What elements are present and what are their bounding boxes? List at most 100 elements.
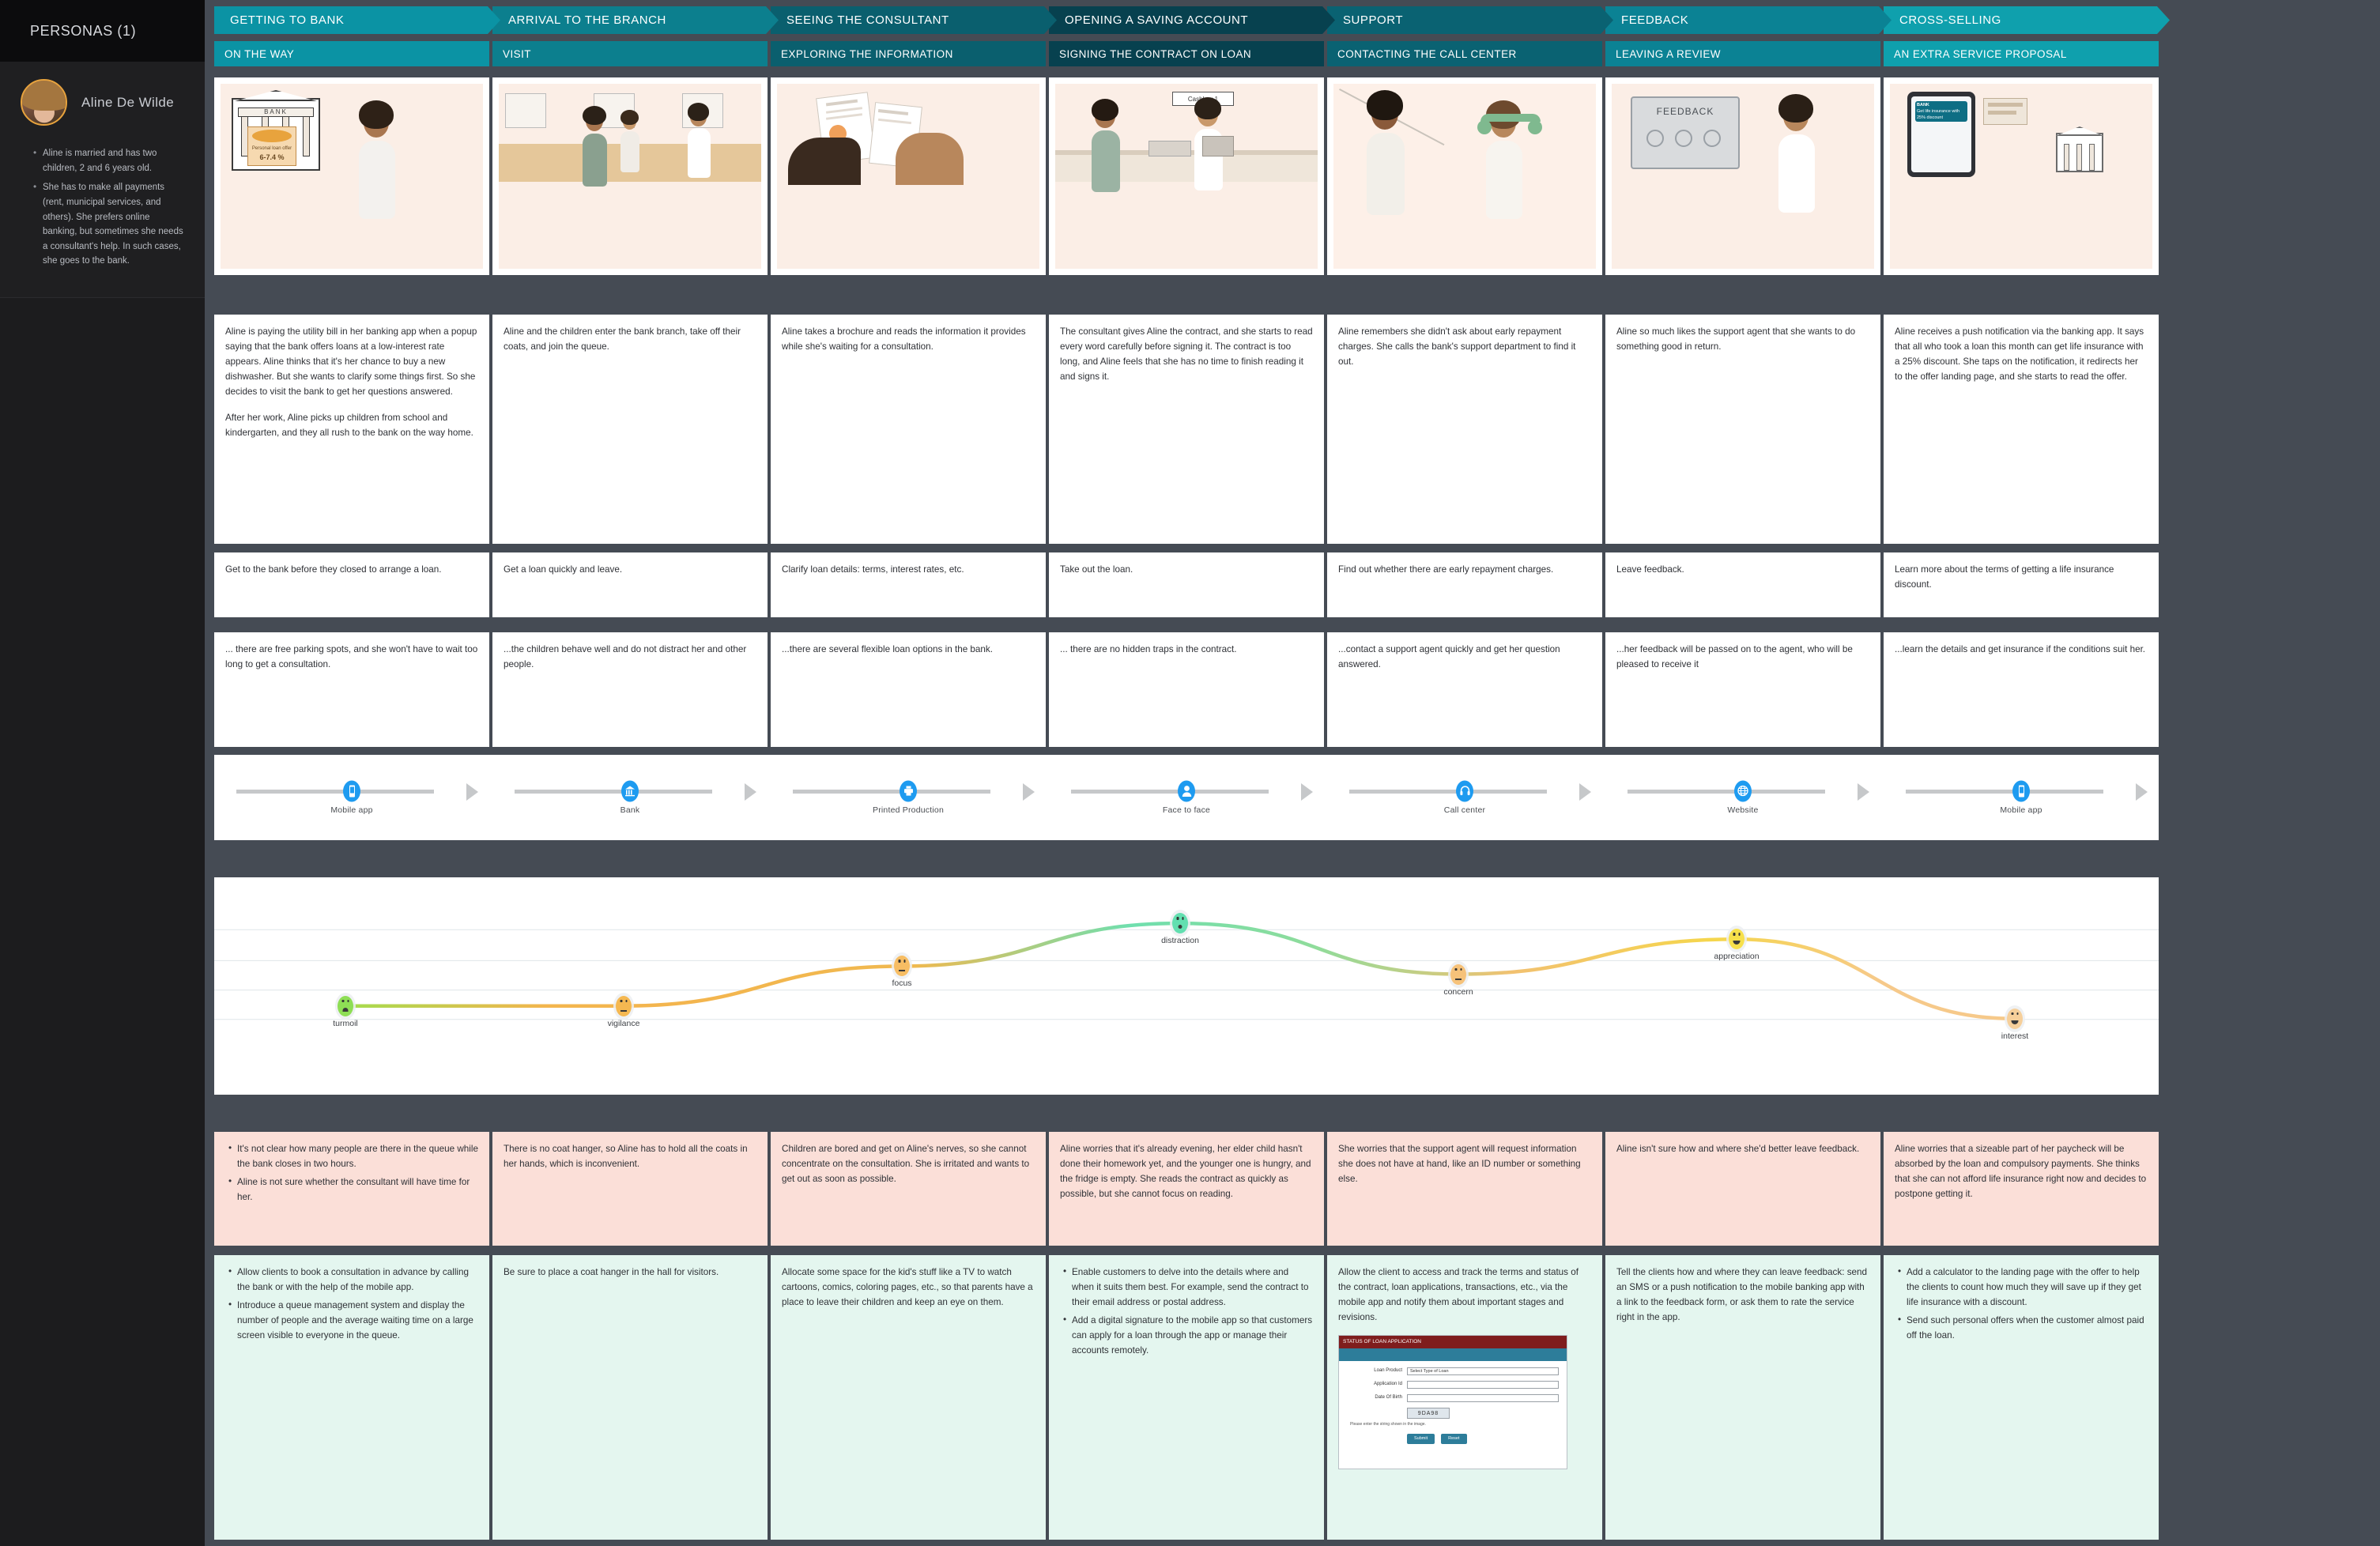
mobile-phone-icon: [2012, 780, 2030, 801]
channel-6[interactable]: Mobile app: [1884, 755, 2159, 840]
process-cell-3[interactable]: The consultant gives Aline the contract,…: [1049, 315, 1324, 544]
problem-cell-4[interactable]: She worries that the support agent will …: [1327, 1132, 1602, 1246]
client-goal-cell-0[interactable]: Get to the bank before they closed to ar…: [214, 552, 489, 617]
subphase-header-6[interactable]: AN EXTRA SERVICE PROPOSAL: [1884, 41, 2159, 66]
persona-name: Aline De Wilde: [81, 94, 175, 110]
idea-cell-1[interactable]: Be sure to place a coat hanger in the ha…: [492, 1255, 768, 1540]
client-expectation-cell-0[interactable]: ... there are free parking spots, and sh…: [214, 632, 489, 747]
idea-cell-6[interactable]: Add a calculator to the landing page wit…: [1884, 1255, 2159, 1540]
problem-cell-5[interactable]: Aline isn't sure how and where she'd bet…: [1605, 1132, 1880, 1246]
phase-header-3[interactable]: OPENING A SAVING ACCOUNT: [1049, 6, 1335, 34]
process-cell-0[interactable]: Aline is paying the utility bill in her …: [214, 315, 489, 544]
problem-cell-0[interactable]: It's not clear how many people are there…: [214, 1132, 489, 1246]
emotion-marker-focus[interactable]: focus: [892, 952, 912, 988]
idea-cell-bullet: Enable customers to delve into the detai…: [1062, 1265, 1313, 1310]
client-expectation-cell-2[interactable]: ...there are several flexible loan optio…: [771, 632, 1046, 747]
process-cell-4[interactable]: Aline remembers she didn't ask about ear…: [1327, 315, 1602, 544]
client-goal-cell-4[interactable]: Find out whether there are early repayme…: [1327, 552, 1602, 617]
process-cell-6[interactable]: Aline receives a push notification via t…: [1884, 315, 2159, 544]
problem-cell-6[interactable]: Aline worries that a sizeable part of he…: [1884, 1132, 2159, 1246]
storyboard-cell-5[interactable]: FEEDBACK: [1605, 77, 1880, 275]
loan-application-screenshot[interactable]: STATUS OF LOAN APPLICATION Loan Product Se…: [1338, 1334, 1567, 1469]
channel-arrow-row: [214, 780, 489, 801]
subphase-header-4[interactable]: CONTACTING THE CALL CENTER: [1327, 41, 1602, 66]
emotion-eyes: [1733, 933, 1741, 936]
phase-header-4[interactable]: SUPPORT: [1327, 6, 1613, 34]
subphase-header-5[interactable]: LEAVING A REVIEW: [1605, 41, 1880, 66]
storyboard-cell-4[interactable]: [1327, 77, 1602, 275]
phase-header-1[interactable]: ARRIVAL TO THE BRANCH: [492, 6, 779, 34]
idea-cell-bullet-list: Add a calculator to the landing page wit…: [1895, 1265, 2148, 1344]
client-goal-cell-3[interactable]: Take out the loan.: [1049, 552, 1324, 617]
idea-cell-bullet: Send such personal offers when the custo…: [1896, 1313, 2148, 1344]
emotion-marker-turmoil[interactable]: turmoil: [333, 992, 358, 1028]
problem-cell-bullet: Aline is not sure whether the consultant…: [227, 1175, 478, 1205]
idea-cell-3[interactable]: Enable customers to delve into the detai…: [1049, 1255, 1324, 1540]
process-cell-2[interactable]: Aline takes a brochure and reads the inf…: [771, 315, 1046, 544]
idea-cell-bullet: Add a calculator to the landing page wit…: [1896, 1265, 2148, 1310]
emotion-marker-distraction[interactable]: distraction: [1161, 910, 1199, 945]
channel-arrow-row: [1605, 780, 1880, 801]
subphase-header-0[interactable]: ON THE WAY: [214, 41, 489, 66]
subphase-header-2[interactable]: EXPLORING THE INFORMATION: [771, 41, 1046, 66]
process-cell-paragraph: Aline remembers she didn't ask about ear…: [1338, 326, 1576, 367]
storyboard-cell-2[interactable]: [771, 77, 1046, 275]
client-expectation-cell-6[interactable]: ...learn the details and get insurance i…: [1884, 632, 2159, 747]
storyboard-cell-3[interactable]: Cashbox 1: [1049, 77, 1324, 275]
subphase-header-label: LEAVING A REVIEW: [1616, 47, 1721, 60]
client-expectation-cell-5[interactable]: ...her feedback will be passed on to the…: [1605, 632, 1880, 747]
screenshot-field-input[interactable]: [1407, 1381, 1559, 1390]
client-goal-cell-6[interactable]: Learn more about the terms of getting a …: [1884, 552, 2159, 617]
problem-cell-bullet: It's not clear how many people are there…: [227, 1141, 478, 1172]
idea-cell-bullet: Add a digital signature to the mobile ap…: [1062, 1313, 1313, 1359]
client-goal-cell-1[interactable]: Get a loan quickly and leave.: [492, 552, 768, 617]
channel-3[interactable]: Face to face: [1049, 755, 1324, 840]
subphase-header-label: EXPLORING THE INFORMATION: [781, 47, 953, 60]
phase-header-0[interactable]: GETTING TO BANK: [214, 6, 500, 34]
channel-2[interactable]: Printed Production: [771, 755, 1046, 840]
problem-cell-2[interactable]: Children are bored and get on Aline's ne…: [771, 1132, 1046, 1246]
problem-cell-3[interactable]: Aline worries that it's already evening,…: [1049, 1132, 1324, 1246]
storyboard-cell-6[interactable]: BANK Get life insurance with 25% discount: [1884, 77, 2159, 275]
client-expectation-cell-4[interactable]: ...contact a support agent quickly and g…: [1327, 632, 1602, 747]
emotion-mouth: [342, 1007, 349, 1012]
subphase-header-3[interactable]: SIGNING THE CONTRACT ON LOAN: [1049, 41, 1324, 66]
phase-header-5[interactable]: FEEDBACK: [1605, 6, 1892, 34]
subphase-header-1[interactable]: VISIT: [492, 41, 768, 66]
process-cell-1[interactable]: Aline and the children enter the bank br…: [492, 315, 768, 544]
phase-header-2[interactable]: SEEING THE CONSULTANT: [771, 6, 1057, 34]
emotion-marker-interest[interactable]: interest: [2001, 1005, 2028, 1041]
emotion-marker-concern[interactable]: concern: [1443, 960, 1473, 997]
problem-cell-1[interactable]: There is no coat hanger, so Aline has to…: [492, 1132, 768, 1246]
idea-cell-4[interactable]: Allow the client to access and track the…: [1327, 1255, 1602, 1540]
client-goal-cell-5[interactable]: Leave feedback.: [1605, 552, 1880, 617]
emotion-marker-appreciation[interactable]: appreciation: [1714, 926, 1760, 961]
storyboard-cell-0[interactable]: BANK Personal loan offer 6-7.4 %: [214, 77, 489, 275]
idea-cell-5[interactable]: Tell the clients how and where they can …: [1605, 1255, 1880, 1540]
screenshot-field-input[interactable]: [1407, 1394, 1559, 1403]
idea-cell-2[interactable]: Allocate some space for the kid's stuff …: [771, 1255, 1046, 1540]
screenshot-reset-button[interactable]: Reset: [1441, 1434, 1467, 1445]
idea-cell-0[interactable]: Allow clients to book a consultation in …: [214, 1255, 489, 1540]
printer-icon: [900, 780, 917, 801]
channel-0[interactable]: Mobile app: [214, 755, 489, 840]
channel-5[interactable]: Website: [1605, 755, 1880, 840]
process-cell-paragraph: The consultant gives Aline the contract,…: [1060, 326, 1313, 382]
channel-1[interactable]: Bank: [492, 755, 768, 840]
screenshot-field-input[interactable]: Select Type of Loan: [1407, 1367, 1559, 1376]
phase-header-6[interactable]: CROSS-SELLING: [1884, 6, 2170, 34]
emotion-face-flat-icon: [616, 995, 632, 1016]
channel-4[interactable]: Call center: [1327, 755, 1602, 840]
channel-arrow-row: [1327, 780, 1602, 801]
storyboard-cell-1[interactable]: [492, 77, 768, 275]
emotion-marker-vigilance[interactable]: vigilance: [608, 992, 639, 1028]
client-expectation-cell-3[interactable]: ... there are no hidden traps in the con…: [1049, 632, 1324, 747]
screenshot-submit-button[interactable]: Submit: [1407, 1434, 1435, 1445]
client-expectation-cell-1[interactable]: ...the children behave well and do not d…: [492, 632, 768, 747]
process-cell-5[interactable]: Aline so much likes the support agent th…: [1605, 315, 1880, 544]
emotion-mouth: [1455, 978, 1462, 980]
avatar: [21, 79, 67, 126]
emotion-face-smile-icon: [1729, 929, 1744, 950]
persona-card[interactable]: Aline De Wilde Aline is married and has …: [0, 62, 205, 298]
client-goal-cell-2[interactable]: Clarify loan details: terms, interest ra…: [771, 552, 1046, 617]
